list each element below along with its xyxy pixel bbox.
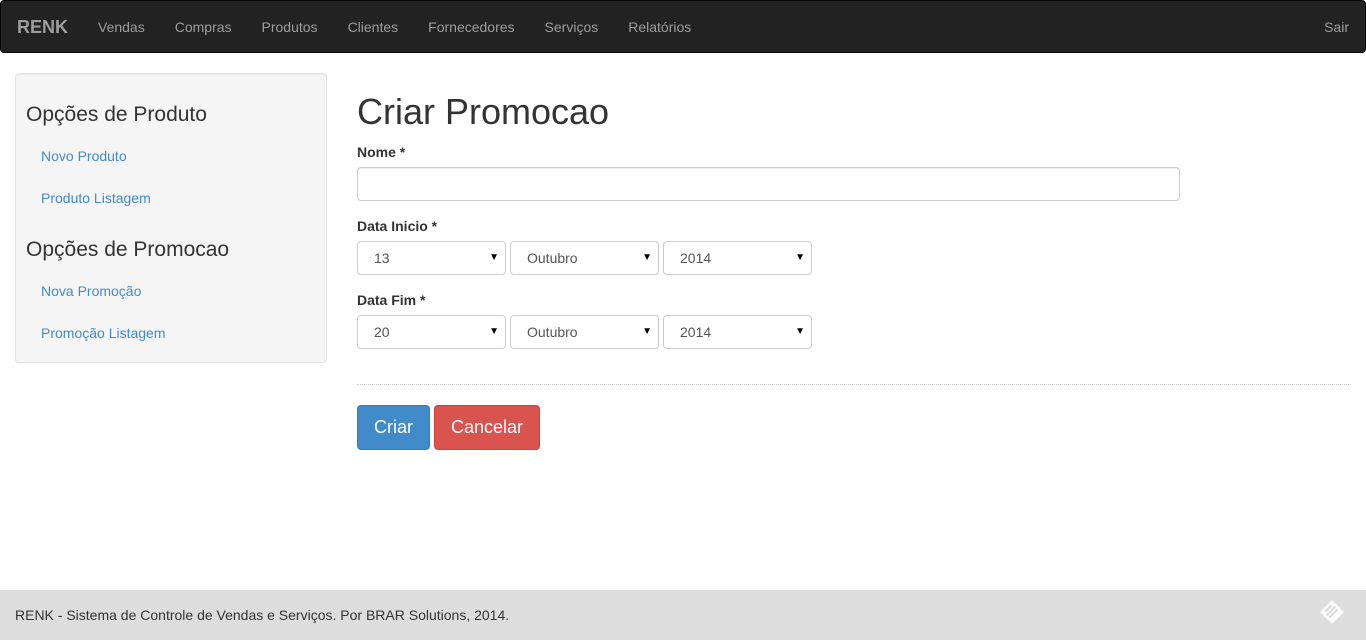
sidebar-link-produto-listagem[interactable]: Produto Listagem (41, 190, 151, 206)
top-navbar: RENK Vendas Compras Produtos Clientes Fo… (0, 0, 1366, 53)
sidebar: Opções de Produto Novo Produto Produto L… (15, 73, 327, 363)
footer: RENK - Sistema de Controle de Vendas e S… (0, 590, 1366, 640)
sidebar-link-novo-produto[interactable]: Novo Produto (41, 148, 127, 164)
promo-options-heading: Opções de Promocao (26, 238, 230, 261)
footer-text: RENK - Sistema de Controle de Vendas e S… (15, 607, 510, 623)
feed-icon (1320, 600, 1344, 624)
name-label: Nome * (357, 144, 406, 160)
end-day-value: 20 (374, 324, 390, 340)
start-year-select[interactable]: 2014 ▼ (663, 241, 812, 275)
start-year-value: 2014 (680, 250, 712, 266)
nav-item-fornecedores[interactable]: Fornecedores (413, 1, 529, 54)
end-day-select[interactable]: 20 ▼ (357, 315, 506, 349)
start-day-select[interactable]: 13 ▼ (357, 241, 506, 275)
end-month-select[interactable]: Outubro ▼ (510, 315, 659, 349)
name-input[interactable] (357, 167, 1180, 201)
nav-item-relatorios[interactable]: Relatórios (613, 1, 706, 54)
chevron-down-icon: ▼ (642, 326, 652, 337)
sidebar-link-nova-promocao[interactable]: Nova Promoção (41, 283, 141, 299)
chevron-down-icon: ▼ (642, 252, 652, 263)
main-nav: Vendas Compras Produtos Clientes Fornece… (83, 1, 706, 54)
nav-item-clientes[interactable]: Clientes (333, 1, 414, 54)
sidebar-link-promocao-listagem[interactable]: Promoção Listagem (41, 325, 166, 341)
nav-item-servicos[interactable]: Serviços (530, 1, 614, 54)
form-divider (357, 384, 1351, 385)
chevron-down-icon: ▼ (489, 252, 499, 263)
start-month-select[interactable]: Outubro ▼ (510, 241, 659, 275)
brand-logo[interactable]: RENK (17, 17, 68, 37)
end-year-select[interactable]: 2014 ▼ (663, 315, 812, 349)
start-date-label: Data Inicio * (357, 218, 438, 234)
cancel-button[interactable]: Cancelar (434, 405, 540, 450)
start-month-value: Outubro (527, 250, 578, 266)
chevron-down-icon: ▼ (795, 252, 805, 263)
logout-link[interactable]: Sair (1324, 1, 1349, 54)
chevron-down-icon: ▼ (795, 326, 805, 337)
nav-item-vendas[interactable]: Vendas (83, 1, 160, 54)
end-date-label: Data Fim * (357, 292, 426, 308)
page-title: Criar Promocao (357, 91, 610, 132)
nav-item-produtos[interactable]: Produtos (247, 1, 333, 54)
product-options-heading: Opções de Produto (26, 103, 207, 126)
chevron-down-icon: ▼ (489, 326, 499, 337)
end-month-value: Outubro (527, 324, 578, 340)
end-year-value: 2014 (680, 324, 712, 340)
submit-button[interactable]: Criar (357, 405, 430, 450)
start-day-value: 13 (374, 250, 390, 266)
nav-item-compras[interactable]: Compras (160, 1, 247, 54)
